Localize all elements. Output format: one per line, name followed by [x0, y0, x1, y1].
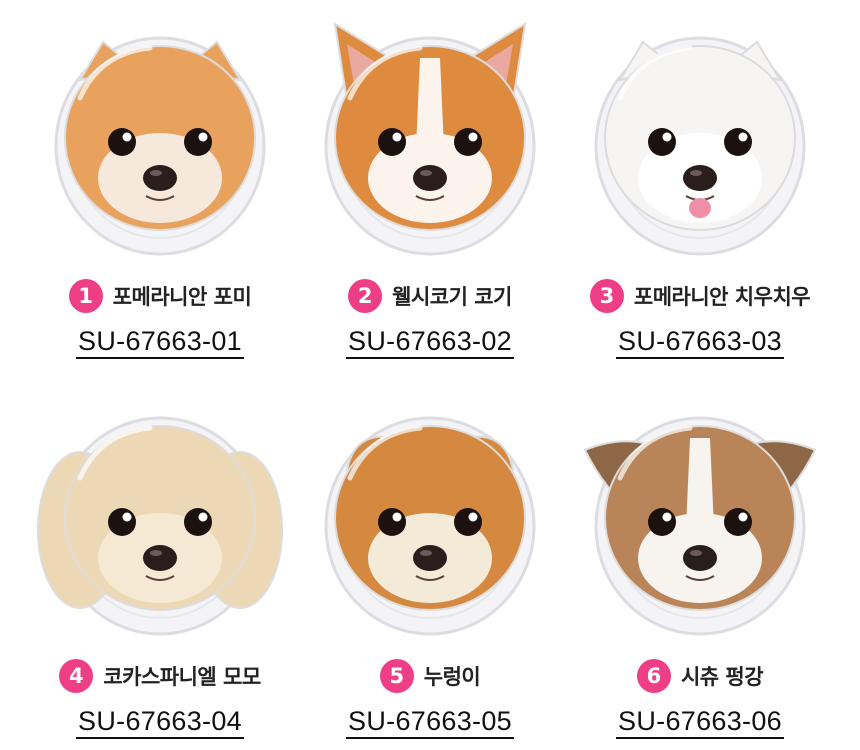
product-code-link[interactable]: SU-67663-01: [76, 326, 244, 359]
number-badge: 2: [348, 279, 383, 313]
product-card-2[interactable]: 2 웰시코기 코기 SU-67663-02: [295, 10, 565, 370]
product-name: 포메라니안 치우치우: [633, 285, 811, 309]
white-pomeranian-face-icon[interactable]: [565, 10, 835, 260]
shiba-puppy-face-icon[interactable]: [295, 390, 565, 640]
product-code-link[interactable]: SU-67663-05: [346, 706, 514, 739]
product-name: 코카스파니엘 모모: [103, 665, 261, 689]
pomeranian-face-icon[interactable]: [25, 10, 295, 260]
shih-tzu-face-icon[interactable]: [565, 390, 835, 640]
product-card-1[interactable]: 1 포메라니안 포미 SU-67663-01: [25, 10, 295, 370]
product-code-link[interactable]: SU-67663-03: [616, 326, 784, 359]
number-badge: 5: [379, 659, 414, 693]
product-code-link[interactable]: SU-67663-04: [76, 706, 244, 739]
cocker-spaniel-face-icon[interactable]: [25, 390, 295, 640]
product-name: 시츄 펑강: [680, 665, 764, 689]
corgi-face-icon[interactable]: [295, 10, 565, 260]
product-grid: 1 포메라니안 포미 SU-67663-01 2 웰시코기 코기 SU-6766…: [0, 0, 860, 750]
product-code-link[interactable]: SU-67663-02: [346, 326, 514, 359]
product-card-3[interactable]: 3 포메라니안 치우치우 SU-67663-03: [565, 10, 835, 370]
number-badge: 3: [589, 279, 624, 313]
number-badge: 1: [68, 279, 103, 313]
product-card-6[interactable]: 6 시츄 펑강 SU-67663-06: [565, 390, 835, 750]
product-card-4[interactable]: 4 코카스파니엘 모모 SU-67663-04: [25, 390, 295, 750]
number-badge: 6: [636, 659, 671, 693]
product-name: 누렁이: [423, 665, 481, 689]
product-name: 포메라니안 포미: [112, 285, 252, 309]
product-code-link[interactable]: SU-67663-06: [616, 706, 784, 739]
product-card-5[interactable]: 5 누렁이 SU-67663-05: [295, 390, 565, 750]
product-name: 웰시코기 코기: [392, 285, 512, 309]
number-badge: 4: [59, 659, 94, 693]
